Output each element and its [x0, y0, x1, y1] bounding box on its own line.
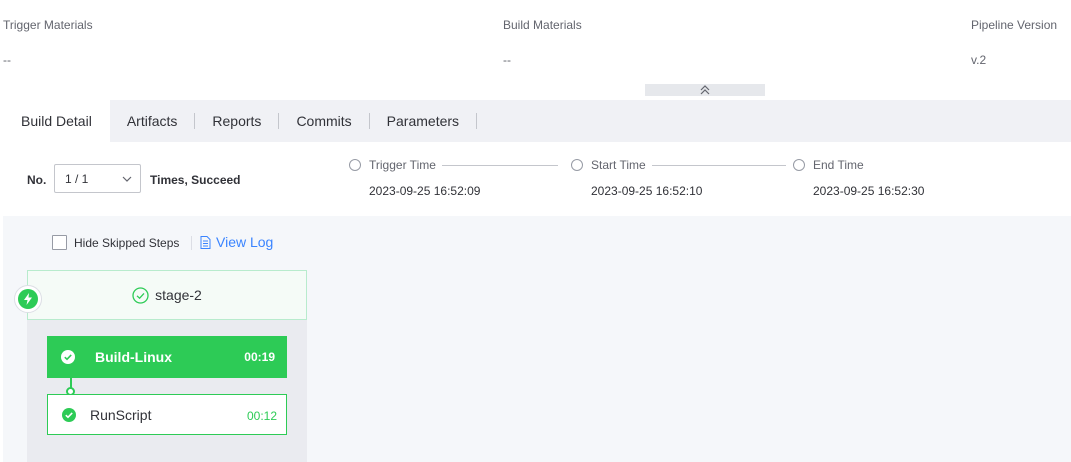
trigger-time-label: Trigger Time — [369, 158, 436, 172]
step-circle-icon — [349, 159, 361, 171]
build-materials-value: -- — [503, 53, 511, 67]
view-log-link[interactable]: View Log — [200, 234, 273, 250]
toolbar-divider — [191, 236, 192, 250]
step-card[interactable]: RunScript 00:12 — [47, 394, 287, 435]
trigger-time-value: 2023-09-25 16:52:09 — [369, 184, 481, 198]
job-duration: 00:19 — [244, 350, 275, 364]
build-materials-label: Build Materials — [503, 18, 582, 32]
check-circle-icon — [61, 350, 75, 364]
hide-skipped-toggle[interactable]: Hide Skipped Steps — [52, 235, 179, 250]
tab-build-detail[interactable]: Build Detail — [3, 100, 110, 142]
tab-parameters[interactable]: Parameters — [370, 100, 476, 142]
stage-column: stage-2 Build-Linux 00:19 RunScript 00:1… — [27, 270, 307, 462]
pipeline-version-value: v.2 — [971, 53, 987, 67]
step-name: RunScript — [90, 407, 152, 423]
build-status-text: Times, Succeed — [150, 173, 241, 187]
step-duration: 00:12 — [246, 409, 277, 423]
step-circle-icon — [793, 159, 805, 171]
chevron-down-icon — [122, 176, 132, 182]
detail-tabs: Build Detail Artifacts Reports Commits P… — [3, 100, 1071, 142]
build-number-value: 1 / 1 — [65, 172, 89, 186]
build-number-label: No. — [27, 173, 47, 187]
stage-header[interactable]: stage-2 — [27, 270, 307, 320]
end-time: End Time 2023-09-25 16:52:30 — [793, 158, 924, 198]
double-chevron-up-icon — [700, 85, 710, 95]
trigger-materials-value: -- — [3, 53, 11, 67]
job-name: Build-Linux — [95, 349, 172, 365]
lightning-icon — [24, 293, 32, 305]
collapse-button[interactable] — [645, 84, 765, 96]
build-info-row: No. 1 / 1 Times, Succeed Trigger Time 20… — [3, 142, 1071, 216]
end-time-label: End Time — [813, 158, 864, 172]
tab-divider — [476, 113, 478, 129]
document-icon — [200, 235, 211, 249]
view-log-label: View Log — [216, 234, 274, 250]
trigger-badge — [14, 285, 42, 313]
check-circle-icon — [132, 286, 149, 304]
build-number-select[interactable]: 1 / 1 — [54, 164, 141, 193]
timeline-connector — [441, 164, 558, 166]
timeline-connector — [651, 164, 786, 166]
hide-skipped-checkbox[interactable] — [52, 235, 67, 250]
tab-reports[interactable]: Reports — [195, 100, 278, 142]
start-time: Start Time 2023-09-25 16:52:10 — [571, 158, 786, 198]
start-time-label: Start Time — [591, 158, 646, 172]
pipeline-version-label: Pipeline Version — [971, 18, 1058, 32]
hide-skipped-label: Hide Skipped Steps — [74, 235, 180, 250]
end-time-value: 2023-09-25 16:52:30 — [813, 184, 925, 198]
check-circle-icon — [62, 408, 76, 422]
stage-name: stage-2 — [155, 287, 202, 303]
trigger-materials-label: Trigger Materials — [3, 18, 93, 32]
tab-commits[interactable]: Commits — [279, 100, 368, 142]
step-circle-icon — [571, 159, 583, 171]
start-time-value: 2023-09-25 16:52:10 — [591, 184, 703, 198]
tab-artifacts[interactable]: Artifacts — [110, 100, 195, 142]
job-card[interactable]: Build-Linux 00:19 — [47, 336, 287, 378]
trigger-time: Trigger Time 2023-09-25 16:52:09 — [349, 158, 558, 198]
pipeline-canvas: Hide Skipped Steps View Log stage-2 Buil… — [3, 216, 1071, 462]
